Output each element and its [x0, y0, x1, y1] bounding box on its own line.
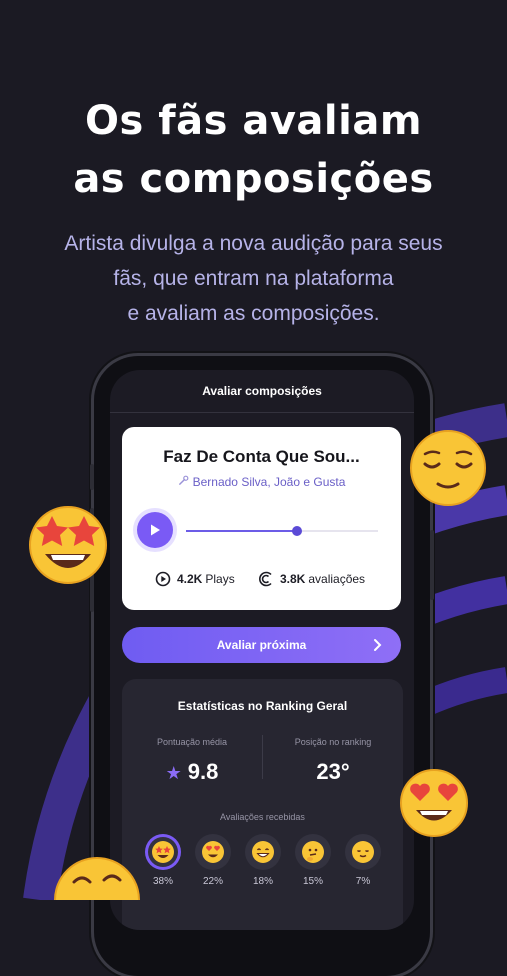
screen-title: Avaliar composições	[202, 384, 322, 398]
rating-pct: 22%	[202, 876, 223, 887]
rating-item-thinking: 15%	[293, 834, 333, 887]
rating-pct: 15%	[302, 876, 323, 887]
microphone-icon	[178, 475, 189, 489]
star-icon: ★	[165, 763, 182, 783]
song-artists: Bernado Silva, João e Gusta	[122, 475, 401, 489]
rank-label: Posição no ranking	[294, 737, 372, 747]
ratings-count: 3.8K	[280, 572, 306, 586]
rating-pct: 18%	[252, 876, 273, 887]
rate-next-label: Avaliar próxima	[216, 638, 307, 652]
plays-label: Plays	[205, 572, 235, 586]
audio-progress-track[interactable]	[186, 526, 378, 536]
grinning-sweat-emoji-icon	[54, 857, 140, 900]
play-button[interactable]	[137, 512, 173, 548]
rating-item-star-struck: 38%	[143, 834, 183, 887]
rating-pct: 7%	[355, 876, 371, 887]
avg-score: ★ 9.8	[122, 759, 262, 785]
subtitle: Artista divulga a nova audição para seus…	[30, 226, 477, 331]
phone-screen: Avaliar composições Faz De Conta Que Sou…	[110, 370, 414, 930]
avg-score-label: Pontuação média	[156, 737, 228, 747]
headline-line-2: as composições	[73, 156, 434, 202]
play-circle-icon	[155, 571, 171, 587]
rate-next-button[interactable]: Avaliar próxima	[122, 627, 401, 663]
audio-progress-fill	[186, 530, 298, 532]
song-artists-text: Bernado Silva, João e Gusta	[192, 475, 346, 489]
stats-panel: Estatísticas no Ranking Geral Pontuação …	[122, 679, 403, 930]
received-ratings-label: Avaliações recebidas	[220, 812, 305, 822]
thinking-icon	[295, 834, 331, 870]
ratings-stat: 3.8K avaliações	[258, 571, 365, 587]
relieved-emoji-icon	[410, 430, 486, 506]
chevron-right-icon	[374, 639, 382, 651]
ratings-label: avaliações	[308, 572, 366, 586]
rating-pct: 38%	[152, 876, 173, 887]
star-struck-icon	[145, 834, 181, 870]
subtitle-line-3: e avaliam as composições.	[127, 302, 380, 325]
rating-icon	[259, 571, 272, 587]
relieved-icon	[345, 834, 381, 870]
song-card: Faz De Conta Que Sou... Bernado Silva, J…	[122, 427, 401, 610]
heart-eyes-icon	[195, 834, 231, 870]
headline-line-1: Os fãs avaliam	[84, 98, 423, 144]
screen-divider	[110, 412, 414, 413]
headline: Os fãs avaliam as composições	[0, 92, 507, 208]
song-title: Faz De Conta Que Sou...	[163, 447, 360, 466]
star-struck-emoji-icon	[29, 506, 107, 584]
subtitle-line-1: Artista divulga a nova audição para seus	[64, 232, 443, 255]
stats-title: Estatísticas no Ranking Geral	[177, 699, 348, 713]
avg-score-value: 9.8	[187, 759, 219, 784]
phone-power-button	[430, 530, 434, 600]
rank-value: 23°	[316, 759, 350, 784]
grinning-icon	[245, 834, 281, 870]
rating-item-grinning: 18%	[243, 834, 283, 887]
subtitle-line-2: fãs, que entram na plataforma	[113, 267, 394, 290]
rating-item-heart-eyes: 22%	[193, 834, 233, 887]
phone-side-button	[90, 464, 94, 490]
audio-progress-knob[interactable]	[292, 526, 303, 536]
play-icon	[151, 524, 160, 536]
plays-stat: 4.2K Plays	[155, 571, 235, 587]
heart-eyes-emoji-icon	[400, 769, 468, 837]
rating-item-relieved: 7%	[343, 834, 383, 887]
plays-count: 4.2K	[177, 572, 203, 586]
